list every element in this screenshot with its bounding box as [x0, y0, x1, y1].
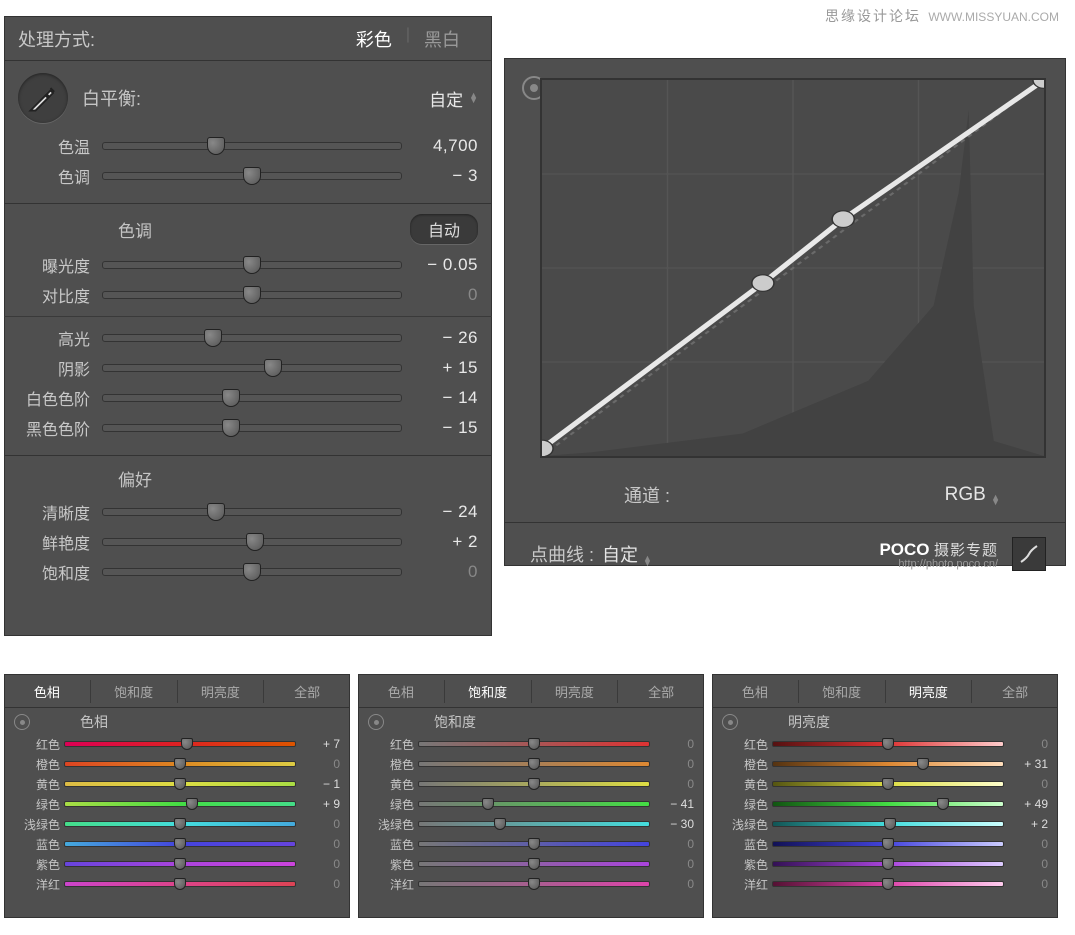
- hsl-sat-green-slider[interactable]: 绿色− 41: [368, 794, 694, 814]
- hsl-sat-purple-slider[interactable]: 紫色0: [368, 854, 694, 874]
- hsl-tab-lum[interactable]: 明亮度: [532, 680, 619, 703]
- hsl-hue-orange-slider[interactable]: 橙色0: [14, 754, 340, 774]
- hsl-hue-aqua-slider[interactable]: 浅绿色0: [14, 814, 340, 834]
- treatment-row: 处理方式: 彩色 | 黑白: [4, 16, 492, 61]
- hsl-lum-green-slider[interactable]: 绿色+ 49: [722, 794, 1048, 814]
- channel-label: 通道 :: [624, 482, 670, 508]
- basic-panel: 处理方式: 彩色 | 黑白 白平衡: 自定▲▼ 色温 4,700 色调 − 3: [4, 16, 492, 636]
- hsl-lum-yellow-slider[interactable]: 黄色0: [722, 774, 1048, 794]
- tone-curve-panel: 通道 : RGB ▲▼ 点曲线 : 自定 ▲▼ POCO 摄影专题 http:/…: [504, 58, 1066, 566]
- hsl-hue-panel: 色相饱和度明亮度全部色相红色+ 7橙色0黄色− 1绿色+ 9浅绿色0蓝色0紫色0…: [4, 674, 350, 918]
- pointcurve-dropdown[interactable]: 自定 ▲▼: [602, 541, 652, 567]
- tone-curve-graph[interactable]: [540, 78, 1046, 458]
- target-adjust-icon[interactable]: [14, 714, 30, 730]
- hsl-lum-red-slider[interactable]: 红色0: [722, 734, 1048, 754]
- poco-watermark: POCO 摄影专题 http://photo.poco.cn/: [652, 539, 998, 570]
- hsl-tabs: 色相饱和度明亮度全部: [712, 674, 1058, 708]
- hsl-section-label: 明亮度: [788, 712, 830, 732]
- presence-header: 偏好: [118, 466, 152, 491]
- hsl-sat-aqua-slider[interactable]: 浅绿色− 30: [368, 814, 694, 834]
- hsl-sat-yellow-slider[interactable]: 黄色0: [368, 774, 694, 794]
- blacks-slider[interactable]: 黑色色阶 − 15: [18, 413, 478, 443]
- hsl-tabs: 色相饱和度明亮度全部: [4, 674, 350, 708]
- hsl-hue-magenta-slider[interactable]: 洋红0: [14, 874, 340, 894]
- wb-label: 白平衡:: [82, 85, 429, 111]
- tint-slider[interactable]: 色调 − 3: [18, 161, 478, 191]
- treatment-color[interactable]: 彩色: [342, 26, 406, 52]
- pointcurve-label: 点曲线 :: [530, 541, 594, 567]
- vibrance-slider[interactable]: 鲜艳度 + 2: [18, 527, 478, 557]
- clarity-slider[interactable]: 清晰度 − 24: [18, 497, 478, 527]
- hsl-tab-hue[interactable]: 色相: [4, 680, 91, 703]
- channel-dropdown[interactable]: RGB ▲▼: [945, 484, 1000, 506]
- hsl-hue-blue-slider[interactable]: 蓝色0: [14, 834, 340, 854]
- target-adjust-icon[interactable]: [368, 714, 384, 730]
- hsl-hue-green-slider[interactable]: 绿色+ 9: [14, 794, 340, 814]
- hsl-tab-sat[interactable]: 饱和度: [799, 680, 886, 703]
- hsl-tab-hue[interactable]: 色相: [358, 680, 445, 703]
- curve-edit-icon[interactable]: [1012, 537, 1046, 571]
- temp-slider[interactable]: 色温 4,700: [18, 131, 478, 161]
- shadows-slider[interactable]: 阴影 + 15: [18, 353, 478, 383]
- whites-slider[interactable]: 白色色阶 − 14: [18, 383, 478, 413]
- saturation-slider[interactable]: 饱和度 0: [18, 557, 478, 587]
- hsl-sat-red-slider[interactable]: 红色0: [368, 734, 694, 754]
- hsl-sat-panel: 色相饱和度明亮度全部饱和度红色0橙色0黄色0绿色− 41浅绿色− 30蓝色0紫色…: [358, 674, 704, 918]
- hsl-section-label: 色相: [80, 712, 108, 732]
- watermark: 思缘设计论坛 WWW.MISSYUAN.COM: [825, 6, 1059, 26]
- hsl-tabs: 色相饱和度明亮度全部: [358, 674, 704, 708]
- hsl-sat-blue-slider[interactable]: 蓝色0: [368, 834, 694, 854]
- white-balance-picker-icon[interactable]: [18, 73, 68, 123]
- hsl-tab-sat[interactable]: 饱和度: [445, 680, 532, 703]
- hsl-tab-all[interactable]: 全部: [972, 680, 1058, 703]
- hsl-lum-magenta-slider[interactable]: 洋红0: [722, 874, 1048, 894]
- hsl-tab-all[interactable]: 全部: [618, 680, 704, 703]
- hsl-lum-aqua-slider[interactable]: 浅绿色+ 2: [722, 814, 1048, 834]
- treatment-bw[interactable]: 黑白: [410, 26, 474, 52]
- hsl-section-label: 饱和度: [434, 712, 476, 732]
- hsl-tab-lum[interactable]: 明亮度: [178, 680, 265, 703]
- hsl-lum-purple-slider[interactable]: 紫色0: [722, 854, 1048, 874]
- hsl-hue-yellow-slider[interactable]: 黄色− 1: [14, 774, 340, 794]
- hsl-tab-sat[interactable]: 饱和度: [91, 680, 178, 703]
- highlights-slider[interactable]: 高光 − 26: [18, 323, 478, 353]
- wb-dropdown[interactable]: 自定▲▼: [429, 86, 478, 111]
- hsl-lum-orange-slider[interactable]: 橙色+ 31: [722, 754, 1048, 774]
- hsl-hue-purple-slider[interactable]: 紫色0: [14, 854, 340, 874]
- auto-tone-button[interactable]: 自动: [410, 214, 478, 244]
- tone-header: 色调: [118, 217, 152, 242]
- hsl-sat-magenta-slider[interactable]: 洋红0: [368, 874, 694, 894]
- hsl-tab-all[interactable]: 全部: [264, 680, 350, 703]
- hsl-lum-blue-slider[interactable]: 蓝色0: [722, 834, 1048, 854]
- hsl-hue-red-slider[interactable]: 红色+ 7: [14, 734, 340, 754]
- hsl-tab-hue[interactable]: 色相: [712, 680, 799, 703]
- hsl-lum-panel: 色相饱和度明亮度全部明亮度红色0橙色+ 31黄色0绿色+ 49浅绿色+ 2蓝色0…: [712, 674, 1058, 918]
- hsl-sat-orange-slider[interactable]: 橙色0: [368, 754, 694, 774]
- contrast-slider[interactable]: 对比度 0: [18, 280, 478, 310]
- treatment-label: 处理方式:: [18, 26, 342, 52]
- target-adjust-icon[interactable]: [722, 714, 738, 730]
- hsl-tab-lum[interactable]: 明亮度: [886, 680, 973, 703]
- exposure-slider[interactable]: 曝光度 − 0.05: [18, 250, 478, 280]
